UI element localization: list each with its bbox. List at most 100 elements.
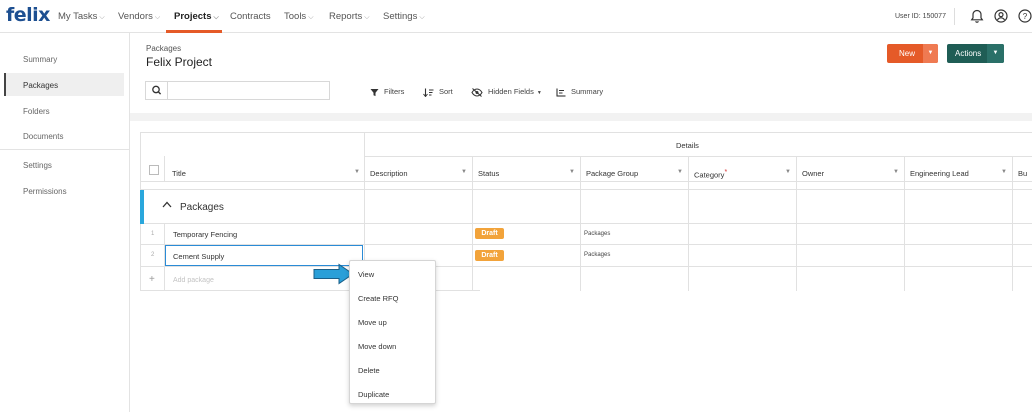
column-header-owner[interactable]: Owner xyxy=(802,169,824,178)
grid-border-top xyxy=(140,132,1032,133)
add-package-row[interactable]: Add package xyxy=(173,277,214,284)
new-dropdown-caret-icon[interactable]: ▼ xyxy=(923,44,938,63)
top-navigation: felix My Tasks ⌵ Vendors ⌵ Projects ⌵ Contr… xyxy=(0,0,1032,33)
header-bottom-border xyxy=(140,181,1032,182)
menu-item-create-rfq[interactable]: Create RFQ xyxy=(358,294,398,303)
col-border xyxy=(904,156,905,291)
col-border xyxy=(796,156,797,291)
filter-icon xyxy=(370,88,379,96)
search-icon[interactable] xyxy=(146,82,168,99)
sidebar-active-indicator xyxy=(4,73,124,96)
sidebar: Summary Packages Folders Documents Setti… xyxy=(0,33,130,412)
required-marker: * xyxy=(724,169,728,176)
actions-button[interactable]: Actions ▼ xyxy=(947,44,1004,63)
breadcrumb[interactable]: Packages xyxy=(146,44,181,53)
nav-divider xyxy=(954,8,955,25)
nav-vendors-label: Vendors xyxy=(118,11,153,22)
chevron-down-icon[interactable]: ▼ xyxy=(677,169,683,175)
chevron-down-icon: ⌵ xyxy=(419,14,425,21)
felix-logo[interactable]: felix xyxy=(6,4,50,26)
row-context-menu: View Create RFQ Move up Move down Delete… xyxy=(349,260,436,404)
active-nav-underline xyxy=(166,30,222,33)
sidebar-divider xyxy=(0,149,130,150)
packages-grid: Details Title ▼ Description ▼ Status ▼ P… xyxy=(140,132,1032,292)
nav-contracts[interactable]: Contracts xyxy=(230,11,271,22)
content-separator-band xyxy=(130,113,1032,121)
menu-item-move-down[interactable]: Move down xyxy=(358,342,396,351)
status-badge: Draft xyxy=(475,250,504,261)
search-input[interactable] xyxy=(169,82,329,99)
row-title-cell[interactable]: Cement Supply xyxy=(173,252,224,261)
chevron-up-icon[interactable] xyxy=(162,200,172,210)
details-group-header: Details xyxy=(676,141,699,150)
menu-item-move-up[interactable]: Move up xyxy=(358,318,387,327)
nav-projects[interactable]: Projects ⌵ xyxy=(174,11,219,22)
sort-label: Sort xyxy=(439,87,453,96)
nav-my-tasks[interactable]: My Tasks ⌵ xyxy=(58,11,105,22)
nav-vendors[interactable]: Vendors ⌵ xyxy=(118,11,160,22)
chevron-down-icon: ⌵ xyxy=(99,14,105,21)
row-number: 2 xyxy=(151,252,155,258)
col-border xyxy=(164,156,165,182)
actions-dropdown-caret-icon[interactable]: ▼ xyxy=(987,44,1004,63)
sort-button[interactable]: Sort xyxy=(423,87,453,97)
new-button[interactable]: New ▼ xyxy=(887,44,938,63)
chevron-down-icon[interactable]: ▼ xyxy=(893,169,899,175)
column-header-title[interactable]: Title xyxy=(172,169,186,178)
package-group-cell[interactable]: Packages xyxy=(584,252,610,258)
col-border xyxy=(1012,156,1013,291)
nav-tools-label: Tools xyxy=(284,11,307,22)
select-all-checkbox[interactable] xyxy=(149,165,159,175)
menu-item-delete[interactable]: Delete xyxy=(358,366,380,375)
sidebar-item-permissions[interactable]: Permissions xyxy=(23,187,67,196)
menu-item-view[interactable]: View xyxy=(358,270,374,279)
nav-reports[interactable]: Reports ⌵ xyxy=(329,11,370,22)
nav-settings-label: Settings xyxy=(383,11,418,22)
nav-settings[interactable]: Settings ⌵ xyxy=(383,11,425,22)
row-border xyxy=(140,266,1032,267)
hidden-fields-button[interactable]: Hidden Fields ▼ xyxy=(471,87,542,97)
user-id: User ID: 150077 xyxy=(895,13,946,20)
nav-tools[interactable]: Tools ⌵ xyxy=(284,11,314,22)
filters-label: Filters xyxy=(384,87,405,96)
chevron-down-icon[interactable]: ▼ xyxy=(785,169,791,175)
summary-icon xyxy=(556,88,566,97)
filters-button[interactable]: Filters xyxy=(370,87,404,97)
column-header-engineering-lead[interactable]: Engineering Lead xyxy=(910,169,969,178)
bell-icon[interactable] xyxy=(970,9,984,26)
column-header-bu[interactable]: Bu xyxy=(1018,169,1027,178)
chevron-down-icon: ⌵ xyxy=(154,14,161,21)
actions-button-label: Actions xyxy=(955,49,982,58)
sidebar-item-packages[interactable]: Packages xyxy=(23,81,58,90)
nav-my-tasks-label: My Tasks xyxy=(58,11,98,22)
group-label: Packages xyxy=(180,202,224,213)
menu-item-duplicate[interactable]: Duplicate xyxy=(358,390,389,399)
nav-reports-label: Reports xyxy=(329,11,363,22)
user-profile-icon[interactable] xyxy=(994,9,1008,25)
row-title-cell[interactable]: Temporary Fencing xyxy=(173,230,237,239)
help-icon[interactable]: ? xyxy=(1018,9,1032,25)
page-title: Felix Project xyxy=(146,55,213,69)
chevron-down-icon[interactable]: ▼ xyxy=(1001,169,1007,175)
col-border xyxy=(472,156,473,291)
chevron-down-icon[interactable]: ▼ xyxy=(461,169,467,175)
sidebar-item-folders[interactable]: Folders xyxy=(23,107,50,116)
column-header-status[interactable]: Status xyxy=(478,169,499,178)
summary-label: Summary xyxy=(571,87,604,96)
column-header-description[interactable]: Description xyxy=(370,169,408,178)
column-header-package-group[interactable]: Package Group xyxy=(586,169,638,178)
chevron-down-icon[interactable]: ▼ xyxy=(354,169,360,175)
chevron-down-icon[interactable]: ▼ xyxy=(569,169,575,175)
caret-down-icon: ▼ xyxy=(536,90,542,96)
sort-icon xyxy=(423,88,434,97)
sidebar-item-documents[interactable]: Documents xyxy=(23,132,63,141)
col-border xyxy=(580,156,581,291)
summary-button[interactable]: Summary xyxy=(556,87,603,97)
column-header-category[interactable]: Category* xyxy=(694,169,727,180)
chevron-down-icon: ⌵ xyxy=(308,14,314,21)
package-group-cell[interactable]: Packages xyxy=(584,231,610,237)
status-badge: Draft xyxy=(475,228,504,239)
plus-icon[interactable]: + xyxy=(149,274,155,285)
sidebar-item-summary[interactable]: Summary xyxy=(23,55,57,64)
sidebar-item-settings[interactable]: Settings xyxy=(23,161,52,170)
